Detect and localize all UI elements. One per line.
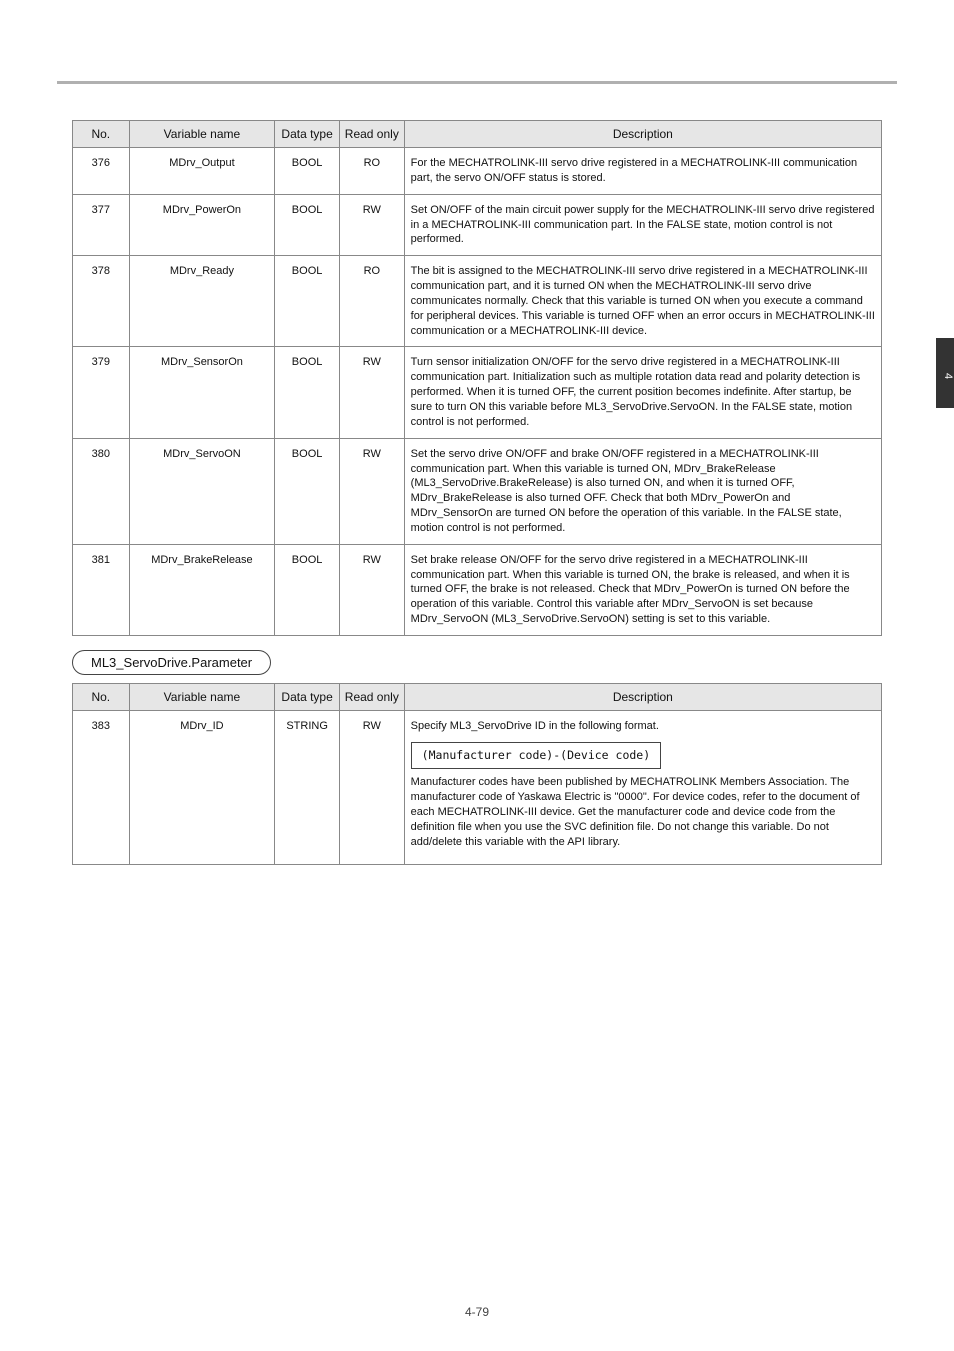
cell-no: 381 (73, 544, 130, 635)
cell-name: MDrv_Ready (129, 256, 275, 347)
cell-ro: RO (339, 256, 404, 347)
desc-post: Manufacturer codes have been published b… (411, 775, 875, 849)
cell-name: MDrv_ServoON (129, 438, 275, 544)
chapter-side-tab: 4 (936, 338, 954, 408)
cell-desc: Specify ML3_ServoDrive ID in the followi… (404, 710, 881, 864)
cell-no: 376 (73, 148, 130, 195)
cell-desc: Turn sensor initialization ON/OFF for th… (404, 347, 881, 438)
cell-type: BOOL (275, 194, 340, 256)
cell-name: MDrv_Output (129, 148, 275, 195)
variables-table-1: No. Variable name Data type Read only De… (72, 120, 882, 636)
section-head-parameter: ML3_ServoDrive.Parameter (72, 650, 271, 675)
cell-no: 377 (73, 194, 130, 256)
cell-desc: Set the servo drive ON/OFF and brake ON/… (404, 438, 881, 544)
cell-ro: RO (339, 148, 404, 195)
table-head-row: No. Variable name Data type Read only De… (73, 683, 882, 710)
col-head-no: No. (73, 683, 130, 710)
col-head-name: Variable name (129, 683, 275, 710)
table-row: 380 MDrv_ServoON BOOL RW Set the servo d… (73, 438, 882, 544)
cell-desc: The bit is assigned to the MECHATROLINK-… (404, 256, 881, 347)
variables-table-2: No. Variable name Data type Read only De… (72, 683, 882, 865)
table-row: 379 MDrv_SensorOn BOOL RW Turn sensor in… (73, 347, 882, 438)
cell-type: BOOL (275, 544, 340, 635)
id-format-box: (Manufacturer code)-(Device code) (411, 742, 661, 770)
page-content: No. Variable name Data type Read only De… (72, 120, 882, 865)
col-head-desc: Description (404, 121, 881, 148)
cell-no: 380 (73, 438, 130, 544)
table-row: 378 MDrv_Ready BOOL RO The bit is assign… (73, 256, 882, 347)
cell-name: MDrv_PowerOn (129, 194, 275, 256)
col-head-name: Variable name (129, 121, 275, 148)
top-horizontal-rule (57, 81, 897, 84)
cell-type: BOOL (275, 347, 340, 438)
cell-no: 378 (73, 256, 130, 347)
col-head-ro: Read only (339, 683, 404, 710)
cell-type: BOOL (275, 148, 340, 195)
cell-name: MDrv_BrakeRelease (129, 544, 275, 635)
cell-ro: RW (339, 710, 404, 864)
cell-desc: Set ON/OFF of the main circuit power sup… (404, 194, 881, 256)
cell-name: MDrv_SensorOn (129, 347, 275, 438)
col-head-desc: Description (404, 683, 881, 710)
col-head-no: No. (73, 121, 130, 148)
page-number: 4-79 (0, 1305, 954, 1319)
cell-desc: Set brake release ON/OFF for the servo d… (404, 544, 881, 635)
cell-type: BOOL (275, 438, 340, 544)
col-head-type: Data type (275, 121, 340, 148)
cell-type: BOOL (275, 256, 340, 347)
table-row: 377 MDrv_PowerOn BOOL RW Set ON/OFF of t… (73, 194, 882, 256)
table-head-row: No. Variable name Data type Read only De… (73, 121, 882, 148)
cell-no: 383 (73, 710, 130, 864)
cell-desc: For the MECHATROLINK-III servo drive reg… (404, 148, 881, 195)
table-row: 383 MDrv_ID STRING RW Specify ML3_ServoD… (73, 710, 882, 864)
cell-ro: RW (339, 544, 404, 635)
cell-ro: RW (339, 438, 404, 544)
col-head-ro: Read only (339, 121, 404, 148)
cell-ro: RW (339, 347, 404, 438)
table-row: 376 MDrv_Output BOOL RO For the MECHATRO… (73, 148, 882, 195)
cell-name: MDrv_ID (129, 710, 275, 864)
table-row: 381 MDrv_BrakeRelease BOOL RW Set brake … (73, 544, 882, 635)
cell-ro: RW (339, 194, 404, 256)
desc-pre: Specify ML3_ServoDrive ID in the followi… (411, 719, 875, 734)
cell-type: STRING (275, 710, 340, 864)
cell-no: 379 (73, 347, 130, 438)
col-head-type: Data type (275, 683, 340, 710)
